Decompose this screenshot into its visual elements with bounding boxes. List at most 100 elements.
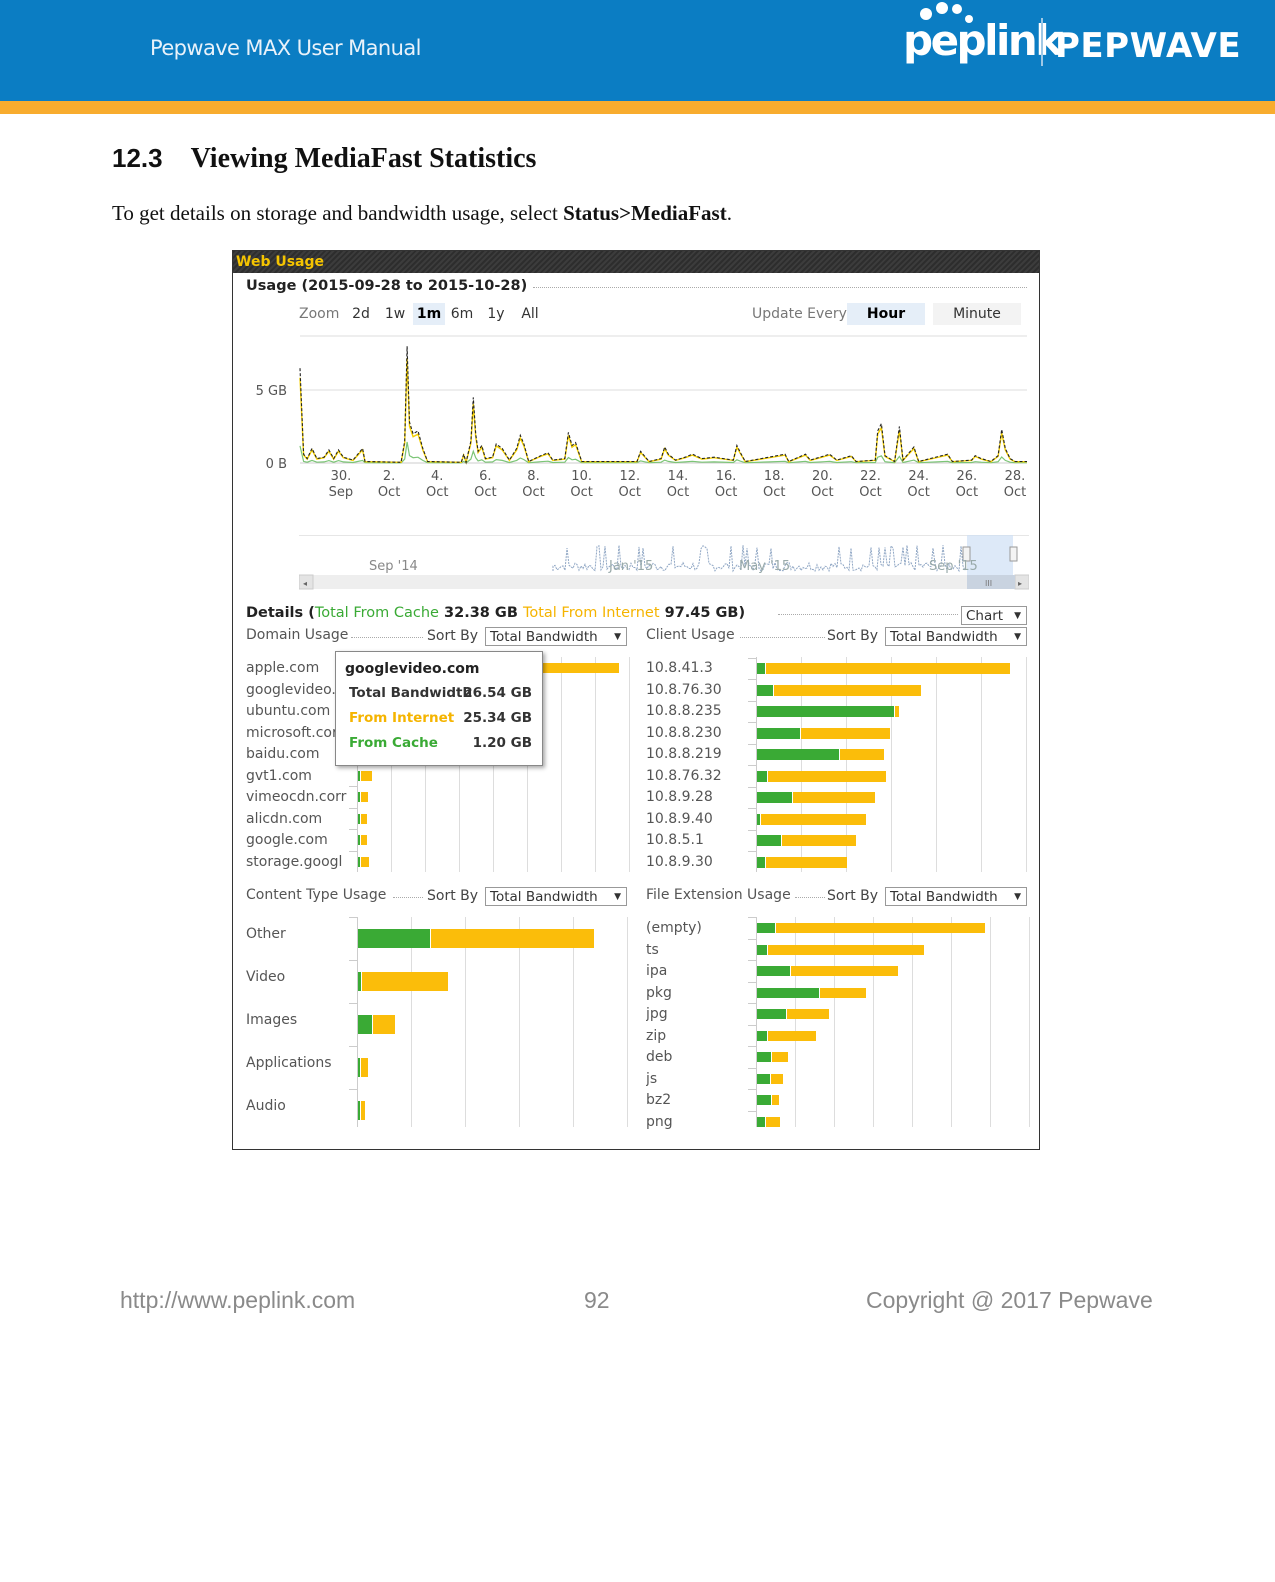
bar-from-internet[interactable] bbox=[772, 1052, 788, 1062]
bar-from-internet[interactable] bbox=[776, 923, 986, 933]
bar-from-cache[interactable] bbox=[757, 1073, 770, 1084]
zoom-all-button[interactable]: All bbox=[515, 303, 545, 325]
bar-from-cache[interactable] bbox=[757, 770, 768, 782]
bar-from-internet[interactable] bbox=[820, 987, 866, 998]
bar-from-cache[interactable] bbox=[757, 835, 781, 846]
bar-from-cache[interactable] bbox=[757, 966, 790, 976]
content-sort-select[interactable]: Total Bandwidth ▼ bbox=[485, 887, 627, 906]
total-cache-value: 32.38 GB bbox=[444, 605, 518, 621]
bar-from-internet[interactable] bbox=[360, 1058, 369, 1077]
bar-from-internet[interactable] bbox=[771, 1073, 783, 1084]
bar-from-internet[interactable] bbox=[895, 706, 899, 717]
bar-from-cache[interactable] bbox=[358, 1058, 360, 1077]
bar-from-internet[interactable] bbox=[372, 1015, 396, 1034]
bar-from-internet[interactable] bbox=[772, 1095, 779, 1105]
zoom-2d-button[interactable]: 2d bbox=[346, 303, 376, 325]
bar-from-cache[interactable] bbox=[358, 972, 362, 991]
bar-from-cache[interactable] bbox=[757, 1030, 768, 1041]
bar-from-internet[interactable] bbox=[768, 770, 887, 782]
category-label: 10.8.41.3 bbox=[646, 660, 713, 676]
bar-from-cache[interactable] bbox=[757, 1095, 772, 1105]
bar-from-cache[interactable] bbox=[757, 923, 776, 933]
bar-from-internet[interactable] bbox=[765, 663, 1010, 674]
bar-from-internet[interactable] bbox=[800, 727, 890, 739]
bar-from-cache[interactable] bbox=[757, 663, 765, 674]
bar-from-cache[interactable] bbox=[358, 929, 430, 948]
bar-from-cache[interactable] bbox=[757, 813, 761, 825]
bar-from-cache[interactable] bbox=[757, 1009, 786, 1019]
bar-from-cache[interactable] bbox=[757, 792, 792, 803]
bar-from-internet[interactable] bbox=[773, 684, 922, 696]
view-mode-select[interactable]: Chart ▼ bbox=[961, 606, 1027, 625]
range-navigator[interactable]: ◂ ▸ III Sep '14 Jan '15 May '15 Sep '15 bbox=[299, 535, 1029, 593]
bar-from-cache[interactable] bbox=[757, 1052, 772, 1062]
category-label: (empty) bbox=[646, 920, 702, 936]
bar-from-internet[interactable] bbox=[362, 972, 449, 991]
update-minute-button[interactable]: Minute bbox=[933, 303, 1021, 325]
gridline bbox=[629, 657, 630, 872]
category-tick bbox=[748, 981, 756, 983]
bar-from-cache[interactable] bbox=[757, 706, 895, 717]
bar-from-internet[interactable] bbox=[761, 813, 866, 825]
bar-from-cache[interactable] bbox=[358, 770, 360, 781]
bar-from-internet[interactable] bbox=[360, 1101, 366, 1120]
bar-from-internet[interactable] bbox=[765, 1116, 781, 1127]
bar-from-internet[interactable] bbox=[360, 792, 369, 802]
category-label: Other bbox=[246, 926, 286, 942]
bar-from-cache[interactable] bbox=[757, 987, 820, 998]
bar-from-internet[interactable] bbox=[430, 929, 595, 948]
intro-period: . bbox=[726, 201, 732, 225]
bar-from-cache[interactable] bbox=[358, 856, 360, 867]
zoom-1y-button[interactable]: 1y bbox=[481, 303, 511, 325]
category-label: bz2 bbox=[646, 1092, 672, 1108]
bar-from-cache[interactable] bbox=[757, 727, 800, 739]
bar-from-internet[interactable] bbox=[360, 856, 369, 867]
content-type-usage-chart: Other Video Images Applications Audio bbox=[233, 911, 633, 1136]
bar-from-internet[interactable] bbox=[786, 1009, 830, 1019]
bar-from-internet[interactable] bbox=[360, 835, 368, 845]
bar-from-internet[interactable] bbox=[360, 813, 367, 824]
file-ext-sort-select[interactable]: Total Bandwidth ▼ bbox=[885, 887, 1027, 906]
bar-from-internet[interactable] bbox=[765, 856, 847, 868]
bar-from-cache[interactable] bbox=[757, 856, 765, 868]
navigator-right-handle[interactable] bbox=[1009, 546, 1018, 562]
category-tick bbox=[349, 1089, 357, 1090]
bar-from-cache[interactable] bbox=[757, 944, 768, 955]
gridline bbox=[990, 917, 991, 1127]
category-tick bbox=[748, 679, 756, 681]
bar-from-cache[interactable] bbox=[757, 1116, 765, 1127]
domain-sort-select[interactable]: Total Bandwidth ▼ bbox=[485, 627, 627, 646]
bar-from-internet[interactable] bbox=[768, 944, 925, 955]
gridline bbox=[1029, 917, 1030, 1127]
bar-from-internet[interactable] bbox=[781, 835, 856, 846]
footer-url[interactable]: http://www.peplink.com bbox=[120, 1287, 355, 1314]
tooltip-internet-label: From Internet bbox=[349, 710, 455, 726]
bar-from-internet[interactable] bbox=[768, 1030, 817, 1041]
bar-from-cache[interactable] bbox=[358, 835, 360, 845]
client-sort-select[interactable]: Total Bandwidth ▼ bbox=[885, 627, 1027, 646]
bar-from-internet[interactable] bbox=[792, 792, 875, 803]
bar-from-cache[interactable] bbox=[358, 1015, 372, 1034]
navigator-scrollbar-track[interactable] bbox=[299, 575, 1029, 589]
tooltip-internet-value: 25.34 GB bbox=[463, 710, 532, 726]
total-cache-label: Total From Cache bbox=[314, 605, 439, 621]
bar-from-cache[interactable] bbox=[757, 684, 773, 696]
zoom-1w-button[interactable]: 1w bbox=[380, 303, 410, 325]
x-tick-label: 14. Oct bbox=[667, 469, 689, 500]
zoom-6m-button[interactable]: 6m bbox=[447, 303, 477, 325]
update-hour-button[interactable]: Hour bbox=[847, 303, 925, 325]
category-tick bbox=[349, 807, 357, 809]
bar-from-cache[interactable] bbox=[358, 792, 360, 802]
bar-from-internet[interactable] bbox=[790, 966, 899, 976]
client-usage-chart: 10.8.41.3 10.8.76.30 10.8.8.235 10.8.8.230 1… bbox=[633, 651, 1039, 876]
bar-from-internet[interactable] bbox=[840, 749, 884, 760]
bar-from-cache[interactable] bbox=[757, 749, 840, 760]
bar-from-cache[interactable] bbox=[358, 813, 360, 824]
update-every-label: Update Every bbox=[752, 306, 847, 322]
menu-path: Status>MediaFast bbox=[563, 201, 727, 225]
zoom-1m-button[interactable]: 1m bbox=[413, 303, 445, 325]
category-label: jpg bbox=[646, 1006, 668, 1022]
total-internet-value: 97.45 GB bbox=[664, 605, 739, 621]
bar-from-internet[interactable] bbox=[360, 770, 372, 781]
bar-from-cache[interactable] bbox=[358, 1101, 360, 1120]
